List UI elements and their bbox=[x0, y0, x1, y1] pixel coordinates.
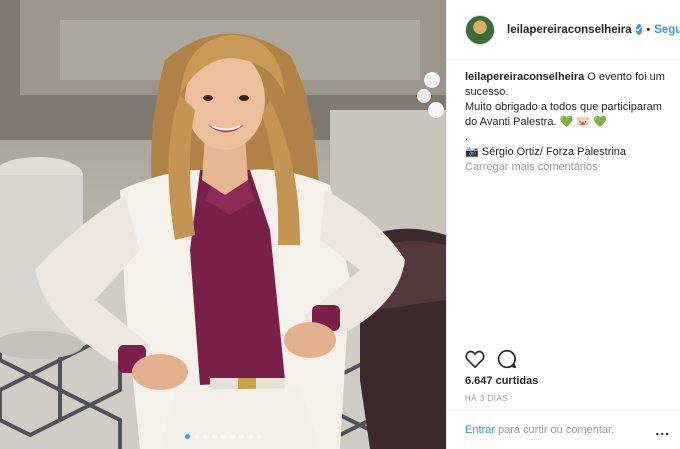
login-link[interactable]: Entrar bbox=[465, 424, 495, 436]
green-heart-icon-2: 💚 bbox=[593, 116, 607, 128]
caption-line-1: leilapereiraconselheira O evento foi um … bbox=[465, 70, 668, 100]
header-separator: • bbox=[646, 23, 651, 36]
carousel-dot[interactable] bbox=[238, 434, 244, 439]
caption-dot-line: . bbox=[465, 131, 469, 143]
green-heart-icon: 💚 bbox=[559, 116, 574, 128]
carousel-dot[interactable] bbox=[229, 434, 235, 439]
avatar[interactable] bbox=[465, 14, 495, 45]
carousel-dot[interactable] bbox=[247, 434, 253, 439]
likes-count[interactable]: 6.647 curtidas bbox=[465, 375, 538, 387]
caption-line-2: Muito obrigado a todos que participaram … bbox=[465, 100, 668, 130]
action-bar bbox=[465, 349, 517, 374]
carousel-dot[interactable] bbox=[193, 434, 199, 439]
caption-username[interactable]: leilapereiraconselheira bbox=[465, 71, 584, 83]
post-header: leilapereiraconselheira ✔ • Seguir bbox=[447, 0, 680, 60]
camera-icon: 📷 bbox=[465, 146, 479, 158]
caption-credit: Sérgio Ortiz/ Forza Palestrina bbox=[481, 146, 627, 158]
verified-badge-icon: ✔ bbox=[635, 24, 643, 35]
carousel-dot[interactable] bbox=[256, 434, 262, 439]
post-side-panel: leilapereiraconselheira ✔ • Seguir leila… bbox=[446, 0, 680, 449]
carousel-indicator bbox=[0, 434, 446, 439]
carousel-dot[interactable] bbox=[211, 434, 217, 439]
heart-icon[interactable] bbox=[465, 350, 485, 373]
carousel-dot[interactable] bbox=[202, 434, 208, 439]
carousel-dot[interactable] bbox=[220, 434, 226, 439]
carousel-dot[interactable] bbox=[184, 434, 190, 439]
comment-prompt-text: para curtir ou comentar. bbox=[497, 424, 615, 436]
header-username[interactable]: leilapereiraconselheira bbox=[507, 24, 632, 36]
pig-icon: 🐷 bbox=[576, 116, 591, 128]
caption-credit-line: 📷 Sérgio Ortiz/ Forza Palestrina bbox=[465, 145, 668, 160]
photo-illustration bbox=[0, 0, 446, 449]
comment-icon[interactable] bbox=[497, 349, 517, 374]
more-options-icon[interactable]: ... bbox=[655, 422, 670, 438]
follow-button[interactable]: Seguir bbox=[654, 24, 680, 36]
caption-area: leilapereiraconselheira O evento foi um … bbox=[447, 60, 680, 175]
post-timestamp[interactable]: HÁ 3 DIAS bbox=[465, 394, 508, 403]
comment-prompt: Entrar para curtir ou comentar. ... bbox=[447, 410, 680, 449]
load-more-comments-link[interactable]: Carregar mais comentários bbox=[465, 160, 668, 175]
post-photo[interactable] bbox=[0, 0, 446, 449]
